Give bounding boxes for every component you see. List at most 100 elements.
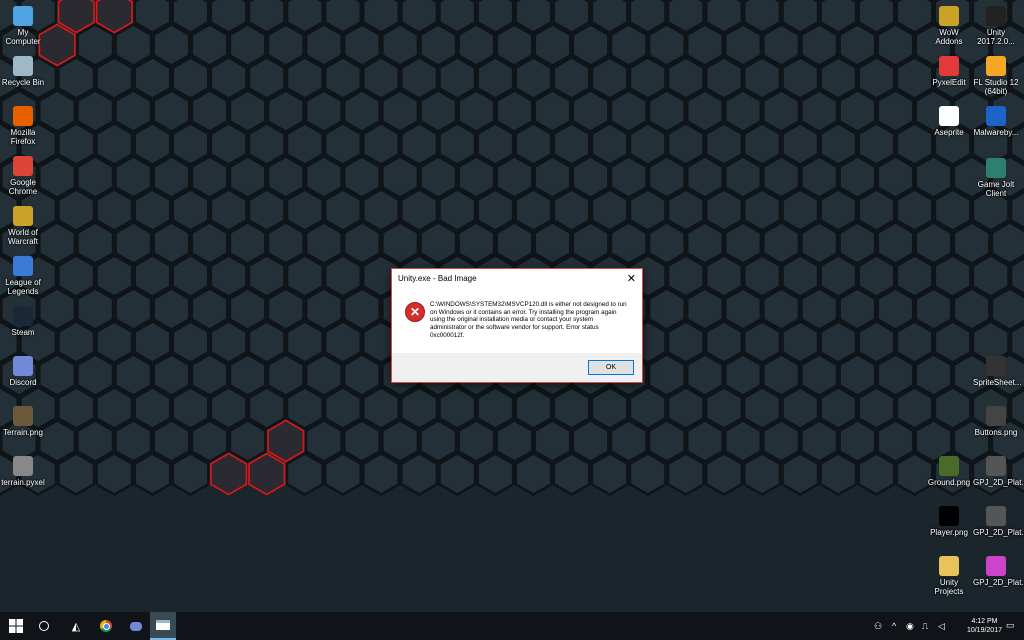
hex-cell — [895, 386, 934, 430]
desktop-icon[interactable]: Steam — [0, 306, 46, 337]
desktop-icon[interactable]: Ground.png — [926, 456, 972, 487]
desktop-icon[interactable]: Unity Projects — [926, 556, 972, 596]
desktop-icon[interactable]: Player.png — [926, 506, 972, 537]
hex-cell — [400, 122, 439, 166]
desktop-icon[interactable]: GPJ_2D_Plat... — [973, 506, 1024, 537]
hex-cell — [724, 287, 763, 331]
desktop-icon[interactable]: Aseprite — [926, 106, 972, 137]
hex-cell — [590, 56, 629, 100]
taskbar-unity[interactable]: ◭ — [62, 612, 90, 640]
desktop-icon[interactable]: World of Warcraft — [0, 206, 46, 246]
hex-cell — [190, 23, 229, 67]
hex-cell — [666, 188, 705, 232]
windows-logo-icon — [9, 619, 23, 633]
hex-cell — [133, 320, 172, 364]
desktop-icon[interactable]: Mozilla Firefox — [0, 106, 46, 146]
taskbar-chrome[interactable] — [92, 612, 120, 640]
discord-tray-icon[interactable]: ◉ — [906, 621, 914, 632]
hex-cell — [800, 419, 839, 463]
hex-cell — [209, 320, 248, 364]
hex-cell — [285, 320, 324, 364]
discord-icon — [130, 621, 142, 631]
image-file-icon — [986, 406, 1006, 426]
hex-cell — [838, 155, 877, 199]
desktop-icon[interactable]: Discord — [0, 356, 46, 387]
desktop-icon[interactable]: SpriteSheet... — [973, 356, 1021, 387]
hex-cell — [247, 56, 286, 100]
error-dialog: Unity.exe - Bad Image ✕ ✕ C:\WINDOWS\SYS… — [391, 268, 643, 383]
dialog-title-bar[interactable]: Unity.exe - Bad Image ✕ — [392, 269, 642, 289]
desktop-icon[interactable]: Unity 2017.2.0... — [973, 6, 1019, 46]
file-icon — [986, 456, 1006, 476]
cortana-button[interactable] — [32, 612, 56, 640]
hex-cell — [571, 221, 610, 265]
hex-cell — [152, 287, 191, 331]
desktop-icon[interactable]: Malwareby... — [973, 106, 1019, 137]
desktop-icon[interactable]: WoW Addons — [926, 6, 972, 46]
hex-cell — [114, 287, 153, 331]
hex-cell — [628, 386, 667, 430]
start-button[interactable] — [0, 612, 32, 640]
hex-cell — [323, 254, 362, 298]
taskbar-active-window[interactable] — [150, 612, 176, 640]
desktop-icon[interactable]: GPJ_2D_Plat... — [973, 456, 1024, 487]
hex-cell — [628, 188, 667, 232]
hex-cell — [76, 23, 115, 67]
hex-cell — [724, 353, 763, 397]
hex-cell — [552, 452, 591, 496]
hex-cell — [114, 353, 153, 397]
close-icon[interactable]: ✕ — [627, 272, 636, 285]
hex-cell — [342, 419, 382, 463]
desktop-icon[interactable]: terrain.pyxel — [0, 456, 46, 487]
desktop-icon[interactable]: Google Chrome — [0, 156, 46, 196]
hex-cell — [95, 320, 134, 364]
hex-cell — [724, 155, 763, 199]
hex-cell — [323, 386, 362, 430]
ok-button[interactable]: OK — [588, 360, 634, 375]
hex-cell — [495, 89, 534, 133]
people-icon[interactable]: ⚇ — [874, 621, 882, 632]
hex-cell — [876, 221, 915, 265]
hex-cell — [838, 419, 877, 463]
desktop-icon-label: terrain.pyxel — [1, 478, 45, 487]
hex-cell — [952, 287, 991, 331]
volume-icon[interactable]: ◁ — [938, 621, 945, 632]
hex-cell — [362, 122, 401, 166]
hex-cell — [476, 122, 515, 166]
taskbar-discord[interactable] — [122, 612, 150, 640]
desktop-icon[interactable]: Terrain.png — [0, 406, 46, 437]
clock[interactable]: 4:12 PM 10/19/2017 — [967, 617, 1002, 635]
hex-cell — [857, 386, 896, 430]
desktop-icon[interactable]: FL Studio 12 (64bit) — [973, 56, 1019, 96]
desktop-icon[interactable]: My Computer — [0, 6, 46, 46]
hex-cell — [762, 353, 801, 397]
hex-cell — [304, 89, 343, 133]
hex-cell — [876, 287, 915, 331]
desktop-icon[interactable]: Game Jolt Client — [973, 158, 1019, 198]
hex-cell — [800, 353, 839, 397]
image-file-icon — [939, 456, 959, 476]
hex-cell — [285, 452, 324, 496]
hex-cell — [133, 56, 172, 100]
desktop-icon[interactable]: League of Legends — [0, 256, 46, 296]
hex-cell — [285, 56, 324, 100]
hex-cell — [57, 254, 96, 298]
notifications-icon[interactable]: ▭ — [1006, 620, 1015, 631]
hex-cell — [685, 155, 724, 199]
usb-icon[interactable]: ⎍ — [922, 621, 928, 632]
desktop-icon-label: Ground.png — [927, 478, 971, 487]
hex-cell — [76, 353, 115, 397]
hex-cell — [381, 23, 420, 67]
desktop-icon[interactable]: Recycle Bin — [0, 56, 46, 87]
hex-cell — [152, 419, 191, 463]
desktop-icon[interactable]: Buttons.png — [973, 406, 1019, 437]
hex-cell — [285, 254, 324, 298]
hex-cell — [248, 452, 286, 496]
desktop-icon-label: Google Chrome — [8, 178, 38, 196]
chevron-up-icon[interactable]: ^ — [892, 621, 896, 631]
hex-cell — [419, 155, 458, 199]
image-file-icon — [939, 506, 959, 526]
desktop-icon[interactable]: GPJ_2D_Plat... — [973, 556, 1024, 587]
hex-cell — [857, 188, 896, 232]
desktop-icon[interactable]: PyxelEdit — [926, 56, 972, 87]
